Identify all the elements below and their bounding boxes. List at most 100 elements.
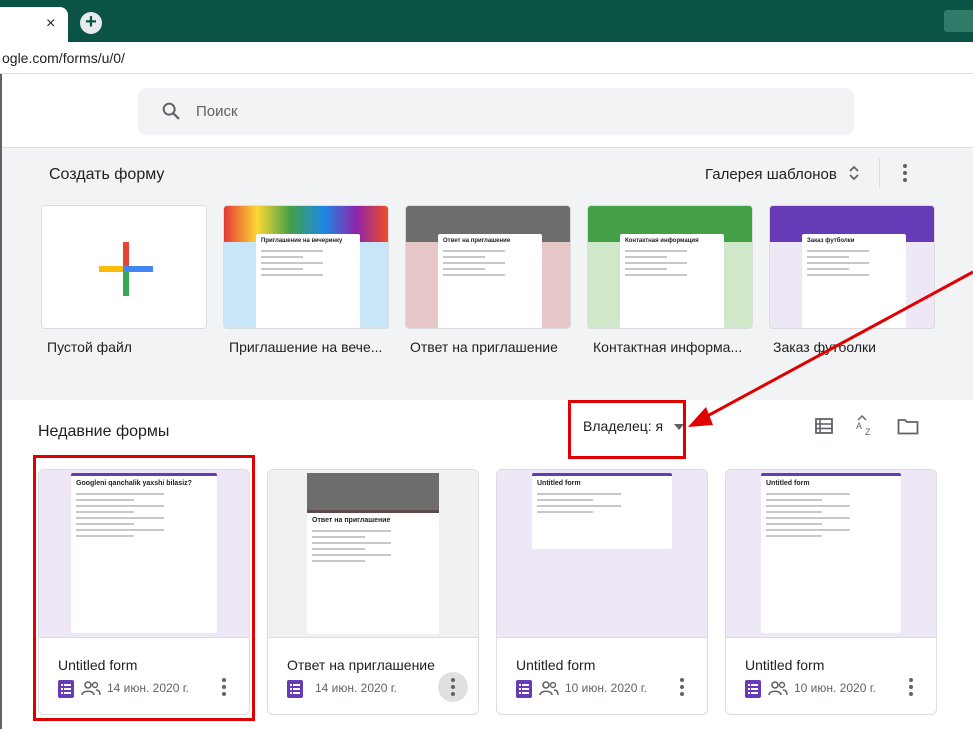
template-preview-title: Контактная информация bbox=[625, 238, 699, 244]
thumbnail-title: Ответ на приглашение bbox=[312, 517, 391, 524]
preview-line bbox=[766, 511, 822, 513]
list-view-icon[interactable] bbox=[815, 418, 833, 434]
divider bbox=[879, 158, 880, 188]
recent-form-card[interactable]: Untitled form Untitled form 10 июн. 2020… bbox=[725, 469, 937, 715]
browser-tab-bar: × + bbox=[0, 0, 973, 42]
preview-line bbox=[807, 262, 870, 264]
more-vert-icon[interactable] bbox=[897, 162, 913, 184]
preview-line bbox=[766, 505, 850, 507]
preview-line bbox=[766, 493, 850, 495]
template-label[interactable]: Ответ на приглашение bbox=[410, 339, 558, 355]
form-title[interactable]: Untitled form bbox=[745, 657, 824, 673]
sort-az-icon[interactable]: A Z bbox=[854, 414, 876, 436]
preview-line bbox=[625, 274, 688, 276]
shared-people-icon bbox=[539, 681, 559, 696]
screen: × + ogle.com/forms/u/0/ Поиск Создать фо… bbox=[0, 0, 973, 729]
template-label[interactable]: Заказ футболки bbox=[773, 339, 876, 355]
url-text[interactable]: ogle.com/forms/u/0/ bbox=[2, 50, 125, 66]
more-options-button[interactable] bbox=[438, 672, 468, 702]
folder-icon[interactable] bbox=[897, 418, 919, 435]
window-button[interactable] bbox=[944, 10, 973, 32]
recent-form-card[interactable]: Ответ на приглашение Ответ на приглашени… bbox=[267, 469, 479, 715]
preview-line bbox=[537, 493, 621, 495]
preview-line bbox=[312, 530, 392, 532]
search-box[interactable]: Поиск bbox=[138, 88, 854, 135]
template-preview-title: Приглашение на вечеринку bbox=[261, 238, 343, 244]
more-options-button[interactable] bbox=[667, 672, 697, 702]
browser-tab[interactable]: × bbox=[0, 7, 68, 42]
address-bar[interactable]: ogle.com/forms/u/0/ bbox=[0, 42, 973, 74]
form-thumbnail[interactable]: Untitled form bbox=[497, 470, 707, 638]
gallery-title: Создать форму bbox=[49, 166, 165, 183]
template-label[interactable]: Контактная информа... bbox=[593, 339, 742, 355]
preview-line bbox=[766, 529, 850, 531]
form-title[interactable]: Ответ на приглашение bbox=[287, 657, 435, 673]
preview-line bbox=[625, 256, 667, 258]
form-date: 10 июн. 2020 г. bbox=[794, 681, 876, 695]
preview-line bbox=[537, 511, 593, 513]
template-preview-title: Заказ футболки bbox=[807, 238, 855, 244]
form-date: 10 июн. 2020 г. bbox=[565, 681, 647, 695]
google-forms-icon bbox=[745, 680, 761, 698]
form-title[interactable]: Untitled form bbox=[516, 657, 595, 673]
template-party[interactable]: Приглашение на вечеринку bbox=[223, 205, 389, 329]
more-vert-icon[interactable] bbox=[903, 676, 919, 698]
recent-form-card[interactable]: Untitled form Untitled form 10 июн. 2020… bbox=[496, 469, 708, 715]
preview-line bbox=[807, 274, 870, 276]
more-vert-icon[interactable] bbox=[674, 676, 690, 698]
preview-line bbox=[312, 548, 365, 550]
preview-line bbox=[625, 268, 667, 270]
thumbnail-title: Untitled form bbox=[766, 480, 810, 487]
preview-line bbox=[625, 250, 688, 252]
form-date: 14 июн. 2020 г. bbox=[315, 681, 397, 695]
preview-line bbox=[261, 262, 324, 264]
preview-line bbox=[261, 256, 303, 258]
more-vert-icon[interactable] bbox=[445, 676, 461, 698]
preview-line bbox=[766, 499, 822, 501]
annotation-highlight-box bbox=[568, 400, 686, 459]
thumbnail-preview: Ответ на приглашение bbox=[307, 510, 439, 634]
preview-line bbox=[807, 268, 849, 270]
template-label[interactable]: Приглашение на вече... bbox=[229, 339, 382, 355]
form-thumbnail[interactable]: Ответ на приглашение bbox=[268, 470, 478, 638]
form-thumbnail[interactable]: Untitled form bbox=[726, 470, 936, 638]
template-label[interactable]: Пустой файл bbox=[47, 339, 132, 355]
more-options-button[interactable] bbox=[896, 672, 926, 702]
preview-line bbox=[443, 262, 506, 264]
preview-line bbox=[443, 256, 485, 258]
template-rsvp[interactable]: Ответ на приглашение bbox=[405, 205, 571, 329]
template-tshirt[interactable]: Заказ футболки bbox=[769, 205, 935, 329]
preview-line bbox=[807, 256, 849, 258]
preview-line bbox=[537, 505, 621, 507]
preview-line bbox=[312, 542, 392, 544]
template-gallery-button[interactable]: Галерея шаблонов bbox=[705, 166, 837, 183]
template-gallery: Создать форму Галерея шаблонов Пустой фа… bbox=[2, 148, 973, 400]
template-preview: Приглашение на вечеринку bbox=[256, 234, 360, 328]
tab-close-icon[interactable]: × bbox=[46, 16, 55, 32]
template-preview: Ответ на приглашение bbox=[438, 234, 542, 328]
thumbnail-preview: Untitled form bbox=[761, 473, 901, 633]
preview-line bbox=[443, 250, 506, 252]
preview-line bbox=[312, 554, 392, 556]
svg-text:A: A bbox=[856, 421, 862, 431]
preview-line bbox=[537, 499, 593, 501]
search-input[interactable]: Поиск bbox=[196, 103, 238, 120]
annotation-highlight-box bbox=[33, 455, 255, 721]
svg-text:Z: Z bbox=[865, 427, 871, 436]
preview-line bbox=[261, 268, 303, 270]
search-icon[interactable] bbox=[160, 100, 182, 122]
plus-icon bbox=[99, 242, 153, 296]
preview-line bbox=[766, 517, 850, 519]
preview-line bbox=[625, 262, 688, 264]
new-tab-button[interactable]: + bbox=[80, 12, 102, 34]
preview-line bbox=[443, 268, 485, 270]
preview-line bbox=[766, 535, 822, 537]
preview-line bbox=[312, 536, 365, 538]
unfold-icon[interactable] bbox=[848, 163, 860, 183]
template-blank[interactable] bbox=[41, 205, 207, 329]
thumbnail-title: Untitled form bbox=[537, 480, 581, 487]
template-contact[interactable]: Контактная информация bbox=[587, 205, 753, 329]
template-preview: Заказ футболки bbox=[802, 234, 906, 328]
recent-forms-title: Недавние формы bbox=[38, 423, 170, 440]
preview-line bbox=[766, 523, 822, 525]
